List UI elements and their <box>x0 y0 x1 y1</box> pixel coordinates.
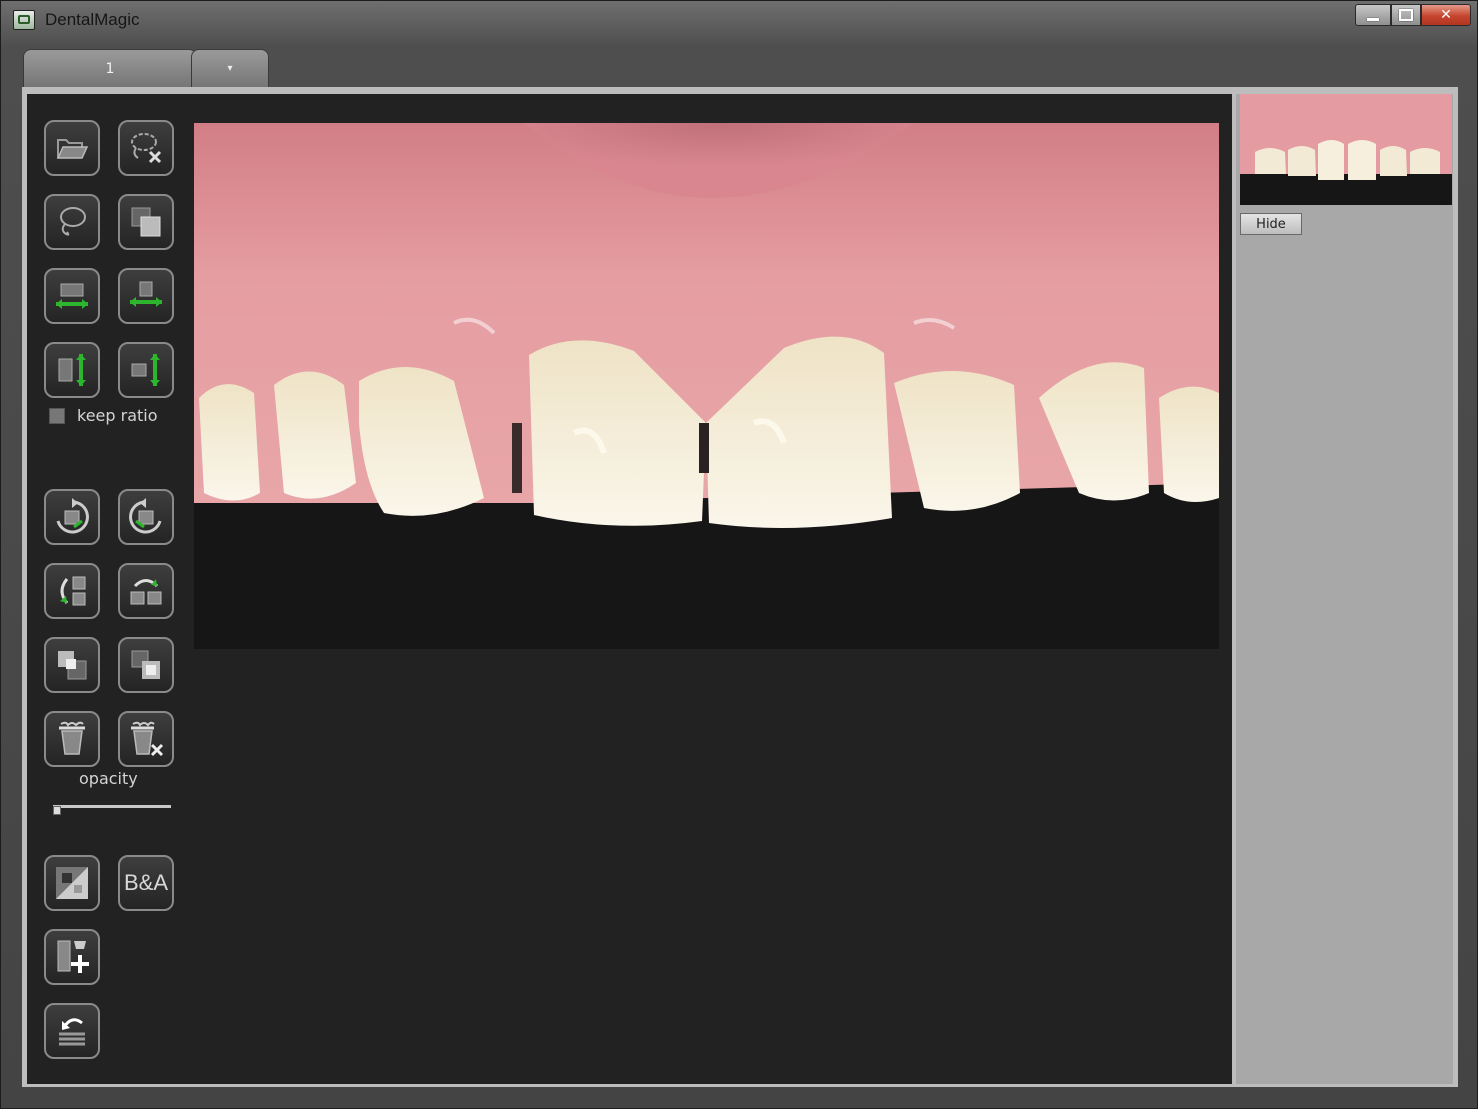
add-tooth-button[interactable] <box>44 929 100 985</box>
rotate-counterclockwise-button[interactable] <box>118 489 174 545</box>
maximize-button[interactable] <box>1391 4 1421 26</box>
rotate-cw-icon <box>56 498 89 534</box>
scale-horizontal-icon <box>130 281 162 307</box>
opacity-track <box>53 805 171 808</box>
content-area: keep ratio opacity B&A Hide <box>22 87 1458 1087</box>
bring-forward-button[interactable] <box>44 637 100 693</box>
opacity-thumb[interactable] <box>53 806 61 815</box>
trash-icon <box>59 721 85 755</box>
compare-split-button[interactable] <box>44 855 100 911</box>
layer-forward-icon <box>58 651 87 680</box>
lasso-select-button[interactable] <box>44 194 100 250</box>
lasso-delete-icon <box>131 133 162 164</box>
right-panel: Hide <box>1236 94 1453 1084</box>
flip-vertical-icon <box>60 576 86 606</box>
teeth-image <box>194 123 1219 649</box>
stretch-vertical-icon <box>58 354 86 386</box>
opacity-slider[interactable] <box>53 802 171 816</box>
tab-new[interactable]: ▾ <box>191 49 269 87</box>
scale-vertical-button[interactable] <box>118 342 174 398</box>
scale-horizontal-button[interactable] <box>118 268 174 324</box>
delete-all-layers-button[interactable] <box>118 711 174 767</box>
flip-vertical-button[interactable] <box>44 563 100 619</box>
minimize-button[interactable] <box>1355 4 1391 26</box>
add-tooth-icon <box>57 940 89 973</box>
folder-open-icon <box>56 139 89 159</box>
rotate-ccw-icon <box>129 498 162 534</box>
app-window: DentalMagic ✕ 1 ▾ keep ratio opacity B&A… <box>0 0 1478 1109</box>
delete-layer-button[interactable] <box>44 711 100 767</box>
thumbnail-preview[interactable] <box>1240 94 1452 205</box>
tab-1[interactable]: 1 <box>23 49 197 87</box>
workspace: keep ratio opacity B&A <box>27 94 1232 1084</box>
dental-photo[interactable] <box>194 123 1219 649</box>
flip-horizontal-icon <box>130 579 162 605</box>
opacity-label: opacity <box>79 769 138 788</box>
undo-icon <box>59 1018 85 1046</box>
undo-button[interactable] <box>44 1003 100 1059</box>
flip-horizontal-button[interactable] <box>118 563 174 619</box>
before-after-label: B&A <box>123 870 169 895</box>
open-image-button[interactable] <box>44 120 100 176</box>
close-button[interactable]: ✕ <box>1421 4 1471 26</box>
duplicate-layer-button[interactable] <box>118 194 174 250</box>
window-controls: ✕ <box>1355 4 1471 28</box>
send-backward-button[interactable] <box>118 637 174 693</box>
tab-dropdown-label: ▾ <box>227 63 233 74</box>
app-logo-icon <box>13 10 35 30</box>
stretch-horizontal-icon <box>56 283 88 309</box>
rotate-clockwise-button[interactable] <box>44 489 100 545</box>
delete-selection-button[interactable] <box>118 120 174 176</box>
keep-ratio-option[interactable]: keep ratio <box>49 406 158 425</box>
before-after-button[interactable]: B&A <box>118 855 174 911</box>
keep-ratio-checkbox[interactable] <box>49 407 65 424</box>
trash-x-icon <box>131 721 164 757</box>
stretch-vertical-button[interactable] <box>44 342 100 398</box>
scale-vertical-icon <box>131 354 160 386</box>
duplicate-icon <box>131 207 161 237</box>
window-title: DentalMagic <box>45 10 140 29</box>
keep-ratio-label: keep ratio <box>77 406 158 425</box>
lasso-icon <box>60 207 86 236</box>
tab-strip: 1 ▾ <box>15 45 1465 87</box>
stretch-horizontal-button[interactable] <box>44 268 100 324</box>
title-bar[interactable]: DentalMagic ✕ <box>1 1 1477 39</box>
split-compare-icon <box>56 867 88 899</box>
thumbnail-image <box>1240 94 1452 205</box>
hide-button[interactable]: Hide <box>1240 213 1302 235</box>
layer-backward-icon <box>131 650 160 679</box>
